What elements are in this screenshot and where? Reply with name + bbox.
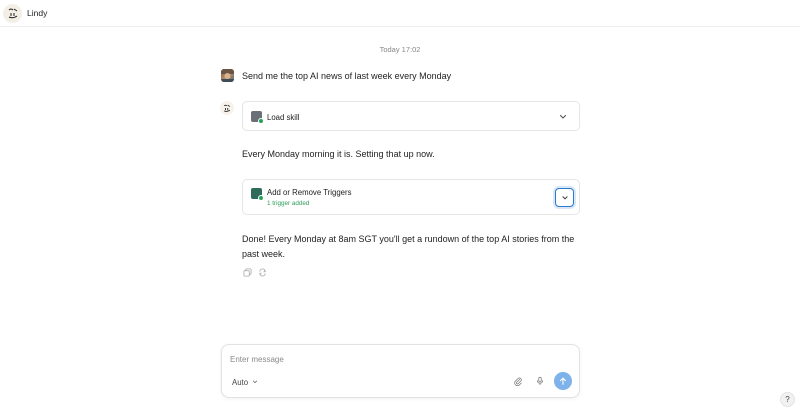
message-input[interactable] [230,352,530,366]
microphone-button[interactable] [533,374,547,388]
chevron-down-icon [252,380,258,384]
triggers-card[interactable]: Add or Remove Triggers 1 trigger added [242,179,580,215]
arrow-up-icon [559,377,567,385]
copy-icon[interactable] [243,264,252,277]
message-actions [243,264,267,277]
app-title: Lindy [27,8,48,18]
paperclip-icon [514,377,522,386]
message-timestamp: Today 17:02 [379,45,421,54]
load-skill-title: Load skill [267,113,300,122]
triggers-status: 1 trigger added [267,200,310,207]
success-dot-icon [258,118,264,124]
user-message-text: Send me the top AI news of last week eve… [242,70,452,81]
attach-button[interactable] [511,374,525,388]
agent-message-1: Every Monday morning it is. Setting that… [242,149,435,159]
app-header: Lindy [0,0,800,27]
chevron-down-icon[interactable] [557,110,569,122]
trigger-tool-icon [251,188,264,201]
success-dot-icon [258,195,264,201]
microphone-icon [536,376,544,386]
help-button[interactable]: ? [780,392,795,407]
message-composer: Auto [221,344,580,398]
send-button[interactable] [554,372,572,390]
chevron-down-icon [561,195,568,199]
load-skill-card[interactable]: Load skill [242,101,580,131]
lindy-logo-icon[interactable] [3,3,22,23]
model-select-label: Auto [232,377,249,387]
agent-message-2: Done! Every Monday at 8am SGT you'll get… [242,234,575,259]
refresh-icon[interactable] [258,264,267,277]
triggers-title: Add or Remove Triggers [267,188,352,197]
expand-triggers-button[interactable] [555,188,574,207]
user-message-row: Send me the top AI news of last week eve… [221,69,451,82]
model-select[interactable]: Auto [232,375,259,389]
agent-avatar [220,101,234,115]
user-avatar [221,69,234,82]
tool-icon [251,111,264,124]
